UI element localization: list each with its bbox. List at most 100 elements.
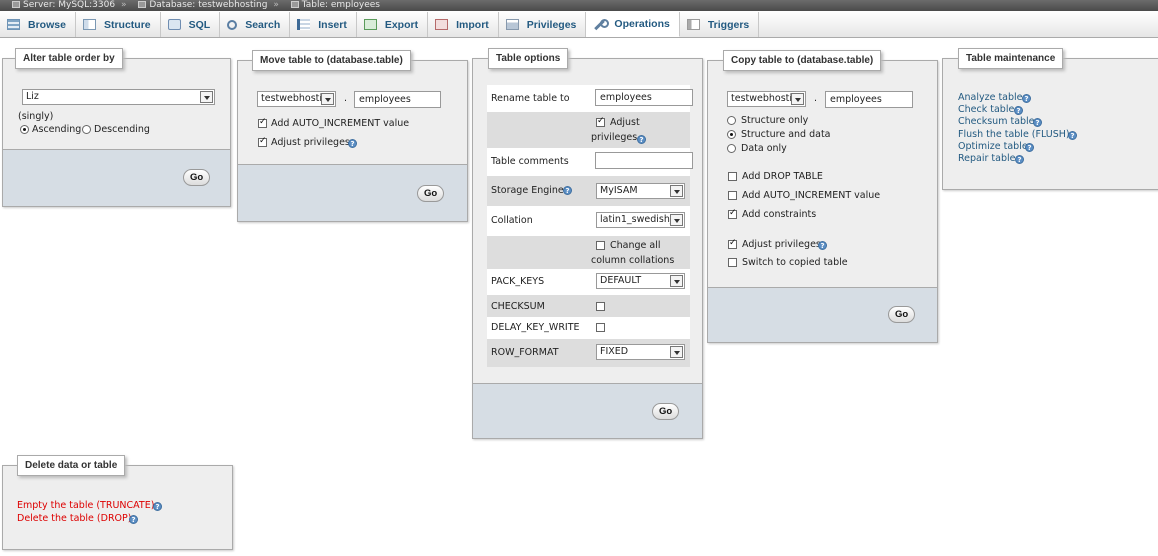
add-constraints-label: Add constraints (742, 209, 817, 220)
copy-database-select[interactable]: testwebhosting (727, 91, 806, 107)
chevron-down-icon (791, 93, 804, 105)
data-only-radio[interactable] (727, 144, 736, 153)
structure-icon (82, 19, 96, 30)
table-comments-input[interactable] (595, 152, 693, 169)
help-icon[interactable]: ? (563, 186, 572, 195)
repair-table-link[interactable]: Repair table (958, 153, 1016, 164)
pack-keys-select[interactable]: DEFAULT (596, 273, 685, 289)
move-table-name-input[interactable]: employees (354, 91, 441, 108)
help-icon[interactable]: ? (129, 515, 138, 524)
structure-and-data-label: Structure and data (741, 129, 831, 140)
add-constraints-checkbox[interactable] (728, 208, 737, 219)
copy-auto-increment-checkbox[interactable] (728, 191, 737, 200)
help-icon[interactable]: ? (153, 502, 162, 511)
move-database-select[interactable]: testwebhosting (257, 91, 336, 107)
sql-icon (167, 19, 181, 30)
check-table-link[interactable]: Check table (958, 104, 1014, 115)
checksum-table-link[interactable]: Checksum table (958, 116, 1035, 127)
flush-table-link[interactable]: Flush the table (FLUSH) (958, 129, 1070, 140)
alter-order-panel: Alter table order by Liz (singly) Ascend… (2, 48, 231, 207)
breadcrumb-server[interactable]: Server: MySQL:3306 (23, 0, 115, 10)
add-drop-table-checkbox[interactable] (728, 172, 737, 181)
copy-adjust-privileges-checkbox[interactable] (728, 238, 737, 249)
storage-engine-select[interactable]: MyISAM (596, 183, 685, 199)
tab-structure[interactable]: Structure (76, 12, 161, 37)
delay-key-write-checkbox[interactable] (596, 323, 605, 332)
analyze-table-link[interactable]: Analyze table (958, 92, 1023, 103)
ascending-radio[interactable] (20, 125, 29, 134)
help-icon[interactable]: ? (348, 139, 357, 148)
singly-label: (singly) (18, 111, 54, 122)
alter-order-go-button[interactable]: Go (183, 169, 211, 186)
triggers-icon (686, 19, 700, 30)
optimize-table-link[interactable]: Optimize table (958, 141, 1028, 152)
copy-table-title: Copy table to (database.table) (723, 50, 882, 71)
copy-table-go-button[interactable]: Go (888, 306, 916, 323)
tab-operations[interactable]: Operations (586, 12, 680, 37)
breadcrumb-separator: » (120, 0, 127, 10)
help-icon[interactable]: ? (1025, 143, 1034, 152)
breadcrumb: Server: MySQL:3306 » Database: testwebho… (0, 0, 1158, 11)
tab-triggers[interactable]: Triggers (680, 12, 760, 37)
switch-to-copied-checkbox[interactable] (728, 258, 737, 267)
rename-adjust-privileges-checkbox[interactable] (596, 116, 605, 127)
breadcrumb-table[interactable]: Table: employees (302, 0, 380, 10)
ascending-label: Ascending (32, 124, 82, 135)
help-icon[interactable]: ? (1014, 106, 1023, 115)
move-dot: . (344, 93, 348, 104)
structure-and-data-radio[interactable] (727, 130, 736, 139)
database-icon (138, 1, 147, 8)
truncate-table-link[interactable]: Empty the table (TRUNCATE) (17, 500, 154, 511)
table-options-footer: Go (473, 383, 702, 438)
help-icon[interactable]: ? (1033, 118, 1042, 127)
add-drop-table-label: Add DROP TABLE (742, 171, 823, 182)
help-icon[interactable]: ? (818, 241, 827, 250)
switch-to-copied-label: Switch to copied table (742, 257, 848, 268)
table-options-go-button[interactable]: Go (652, 403, 680, 420)
drop-table-link[interactable]: Delete the table (DROP) (17, 513, 131, 524)
chevron-down-icon (321, 93, 334, 105)
order-column-select[interactable]: Liz (22, 89, 215, 105)
help-icon[interactable]: ? (1022, 94, 1031, 103)
change-all-collations-checkbox[interactable] (596, 241, 605, 250)
tab-export[interactable]: Export (357, 12, 429, 37)
move-table-go-button[interactable]: Go (417, 185, 445, 202)
maintenance-title: Table maintenance (958, 48, 1064, 69)
tab-sql[interactable]: SQL (161, 12, 221, 37)
copy-table-name-input[interactable]: employees (825, 91, 913, 108)
tab-privileges[interactable]: Privileges (499, 12, 587, 37)
copy-auto-increment-label: Add AUTO_INCREMENT value (742, 190, 881, 201)
structure-only-label: Structure only (741, 115, 809, 126)
privileges-icon (505, 19, 519, 30)
rename-table-input[interactable]: employees (595, 89, 693, 106)
row-format-label: ROW_FORMAT (491, 347, 559, 358)
move-auto-increment-checkbox[interactable] (258, 117, 267, 128)
tab-bar: Browse Structure SQL Search Insert Expor… (0, 12, 1158, 38)
browse-icon (7, 19, 20, 30)
copy-adjust-privileges-label: Adjust privileges (742, 239, 821, 250)
move-adjust-privileges-checkbox[interactable] (258, 136, 267, 147)
checksum-checkbox[interactable] (596, 302, 605, 311)
structure-only-radio[interactable] (727, 116, 736, 125)
pack-keys-label: PACK_KEYS (491, 276, 545, 287)
rename-label: Rename table to (491, 93, 570, 104)
collation-select[interactable]: latin1_swedish_ci (596, 212, 685, 228)
insert-icon (297, 19, 311, 30)
chevron-down-icon (670, 214, 683, 226)
rename-adjust-label-2: privileges (591, 132, 638, 143)
descending-label: Descending (94, 124, 150, 135)
rename-adjust-label-1: Adjust (610, 117, 640, 128)
tab-browse[interactable]: Browse (0, 12, 76, 37)
tab-import[interactable]: Import (428, 12, 499, 37)
tab-insert[interactable]: Insert (290, 12, 357, 37)
collation-label: Collation (491, 215, 533, 226)
help-icon[interactable]: ? (1015, 155, 1024, 164)
chevron-down-icon (670, 275, 683, 287)
descending-radio[interactable] (82, 125, 91, 134)
tab-search[interactable]: Search (220, 12, 291, 37)
help-icon[interactable]: ? (637, 135, 646, 144)
row-format-select[interactable]: FIXED (596, 344, 685, 360)
change-collations-label-2: column collations (591, 255, 675, 266)
help-icon[interactable]: ? (1068, 131, 1077, 140)
breadcrumb-database[interactable]: Database: testwebhosting (149, 0, 267, 10)
